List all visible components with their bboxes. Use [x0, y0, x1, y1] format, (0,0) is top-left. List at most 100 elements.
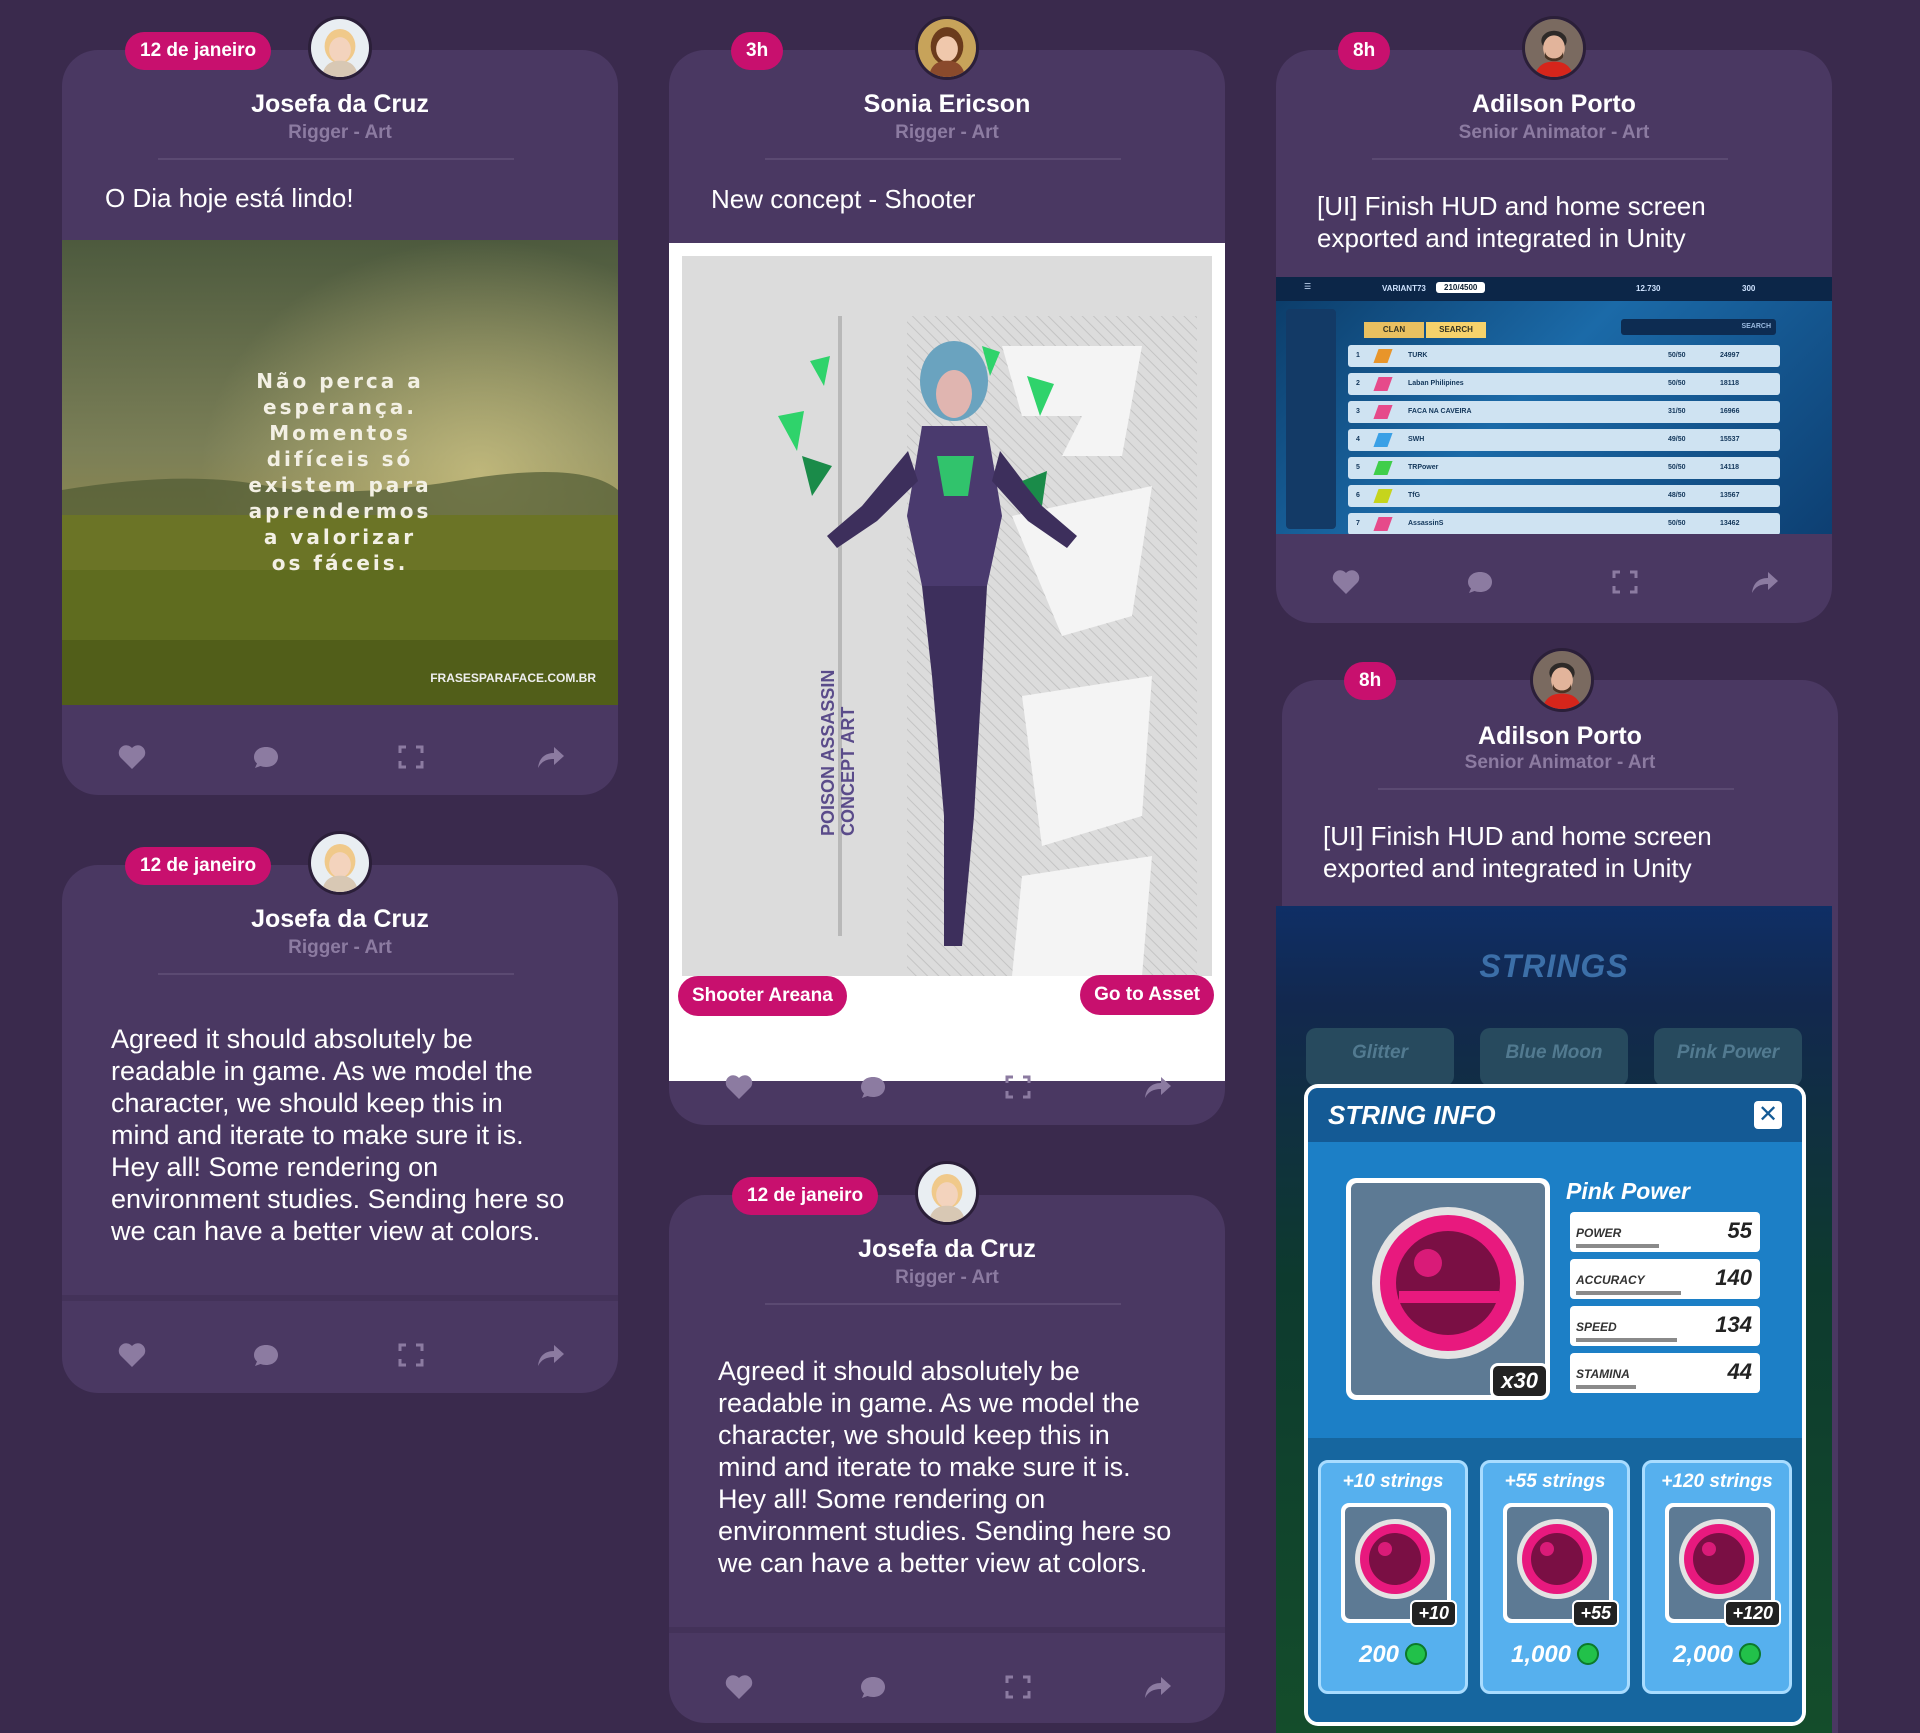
clan-name: TRPower — [1408, 464, 1439, 471]
offer-card[interactable]: +10 strings +10 200 — [1318, 1460, 1468, 1694]
string-tab[interactable]: Blue Moon — [1480, 1028, 1628, 1086]
dialog-header: STRING INFO ✕ — [1308, 1088, 1802, 1142]
close-icon[interactable]: ✕ — [1754, 1101, 1782, 1129]
author-name[interactable]: Josefa da Cruz — [62, 90, 618, 119]
comment-icon[interactable] — [251, 1341, 281, 1369]
avatar[interactable] — [1530, 648, 1594, 712]
image-watermark: FRASESPARAFACE.COM.BR — [430, 671, 596, 685]
stat-value: 140 — [1715, 1265, 1752, 1290]
rank: 2 — [1356, 380, 1360, 387]
post-date-badge: 12 de janeiro — [732, 1177, 879, 1215]
expand-icon[interactable] — [1610, 568, 1640, 596]
avatar[interactable] — [308, 16, 372, 80]
author-name[interactable]: Adilson Porto — [1282, 722, 1838, 751]
clan-score: 13462 — [1720, 520, 1740, 527]
heart-icon[interactable] — [724, 1073, 754, 1101]
share-icon[interactable] — [1750, 568, 1780, 596]
post-image[interactable]: Não perca a esperança. Momentos difíceis só… — [62, 240, 618, 705]
share-icon[interactable] — [1143, 1073, 1173, 1101]
member-count: 50/50 — [1668, 520, 1686, 527]
expand-icon[interactable] — [396, 743, 426, 771]
post-date-badge: 12 de janeiro — [125, 32, 272, 70]
stat-label: POWER — [1576, 1226, 1622, 1240]
avatar[interactable] — [915, 16, 979, 80]
clan-badge-icon — [1373, 377, 1393, 391]
clan-badge-icon — [1373, 461, 1393, 475]
go-to-asset-button[interactable]: Go to Asset — [1080, 975, 1214, 1015]
offer-image: +10 — [1341, 1503, 1457, 1627]
clan-badge-icon — [1373, 433, 1393, 447]
share-icon[interactable] — [536, 1341, 566, 1369]
hud-search-box: SEARCH — [1621, 319, 1776, 335]
expand-icon[interactable] — [1003, 1673, 1033, 1701]
expand-icon[interactable] — [1003, 1073, 1033, 1101]
author-role: Senior Animator - Art — [1458, 122, 1650, 143]
shooter-arena-button[interactable]: Shooter Areana — [678, 976, 847, 1016]
hud-clan-row[interactable]: 1 TURK 50/50 24997 — [1348, 345, 1780, 367]
rank: 7 — [1356, 520, 1360, 527]
clan-name: SWH — [1408, 436, 1425, 443]
strings-screenshot[interactable]: STRINGS Glitter Blue Moon Pink Power STR… — [1276, 906, 1832, 1733]
comment-icon[interactable] — [858, 1073, 888, 1101]
rank: 1 — [1356, 352, 1360, 359]
author-name[interactable]: Sonia Ericson — [669, 90, 1225, 119]
concept-art-image[interactable]: POISON ASSASSIN CONCEPT ART Shooter Arean… — [669, 243, 1225, 1081]
hud-tab-clan: CLAN — [1364, 322, 1424, 338]
clan-name: TfG — [1408, 492, 1421, 499]
hud-clan-row[interactable]: 2 Laban Philipines 50/50 18118 — [1348, 373, 1780, 395]
hud-clan-row[interactable]: 4 SWH 49/50 15537 — [1348, 429, 1780, 451]
rank: 6 — [1356, 492, 1360, 499]
author-name[interactable]: Adilson Porto — [1276, 90, 1832, 119]
hud-clan-row[interactable]: 5 TRPower 50/50 14118 — [1348, 457, 1780, 479]
post-actions — [62, 1305, 618, 1405]
author-role: Rigger - Art — [288, 937, 392, 958]
avatar[interactable] — [308, 831, 372, 895]
heart-icon[interactable] — [724, 1673, 754, 1701]
post-card: 12 de janeiro Josefa da Cruz Rigger - Ar… — [669, 1161, 1225, 1723]
string-tab[interactable]: Pink Power — [1654, 1028, 1802, 1086]
hud-screenshot[interactable]: ☰ VARIANT73 210/4500 12.730 300 CLAN SEA… — [1276, 277, 1832, 534]
comment-icon[interactable] — [251, 743, 281, 771]
author-name[interactable]: Josefa da Cruz — [669, 1235, 1225, 1264]
post-card: 8h Adilson Porto Senior Animator - Art [… — [1276, 648, 1838, 1733]
expand-icon[interactable] — [396, 1341, 426, 1369]
clan-name: TURK — [1408, 352, 1428, 359]
rank: 3 — [1356, 408, 1360, 415]
author-role: Rigger - Art — [895, 122, 999, 143]
share-icon[interactable] — [1143, 1673, 1173, 1701]
comment-icon[interactable] — [1465, 568, 1495, 596]
string-info-dialog: STRING INFO ✕ x30 Pink Power POWER 55 AC… — [1304, 1084, 1806, 1726]
offer-card[interactable]: +120 strings +120 2,000 — [1642, 1460, 1792, 1694]
divider — [158, 158, 514, 160]
post-card: 12 de janeiro Josefa da Cruz Rigger - Ar… — [62, 16, 618, 795]
avatar[interactable] — [915, 1161, 979, 1225]
post-actions — [62, 707, 618, 807]
offer-card[interactable]: +55 strings +55 1,000 — [1480, 1460, 1630, 1694]
divider — [765, 158, 1121, 160]
member-count: 49/50 — [1668, 436, 1686, 443]
clan-score: 16966 — [1720, 408, 1740, 415]
poster-title: POISON ASSASSIN CONCEPT ART — [818, 669, 858, 836]
hud-topbar: ☰ VARIANT73 210/4500 12.730 300 — [1276, 277, 1832, 301]
divider — [765, 1303, 1121, 1305]
hud-clan-row[interactable]: 6 TfG 48/50 13567 — [1348, 485, 1780, 507]
author-name[interactable]: Josefa da Cruz — [62, 905, 618, 934]
comment-icon[interactable] — [858, 1673, 888, 1701]
heart-icon[interactable] — [117, 1341, 147, 1369]
heart-icon[interactable] — [1331, 568, 1361, 596]
clan-name: FACA NA CAVEIRA — [1408, 408, 1472, 415]
hud-clan-row[interactable]: 3 FACA NA CAVEIRA 31/50 16966 — [1348, 401, 1780, 423]
avatar[interactable] — [1522, 16, 1586, 80]
member-count: 48/50 — [1668, 492, 1686, 499]
clan-score: 15537 — [1720, 436, 1740, 443]
stat-row: ACCURACY 140 — [1570, 1259, 1760, 1299]
member-count: 50/50 — [1668, 464, 1686, 471]
hud-search-button: SEARCH — [1741, 323, 1771, 330]
post-date-badge: 8h — [1344, 662, 1397, 700]
share-icon[interactable] — [536, 743, 566, 771]
heart-icon[interactable] — [117, 743, 147, 771]
hud-clan-row[interactable]: 7 AssassinS 50/50 13462 — [1348, 513, 1780, 534]
gem-count: 300 — [1742, 284, 1756, 293]
stat-row: POWER 55 — [1570, 1212, 1760, 1252]
string-tab[interactable]: Glitter — [1306, 1028, 1454, 1086]
